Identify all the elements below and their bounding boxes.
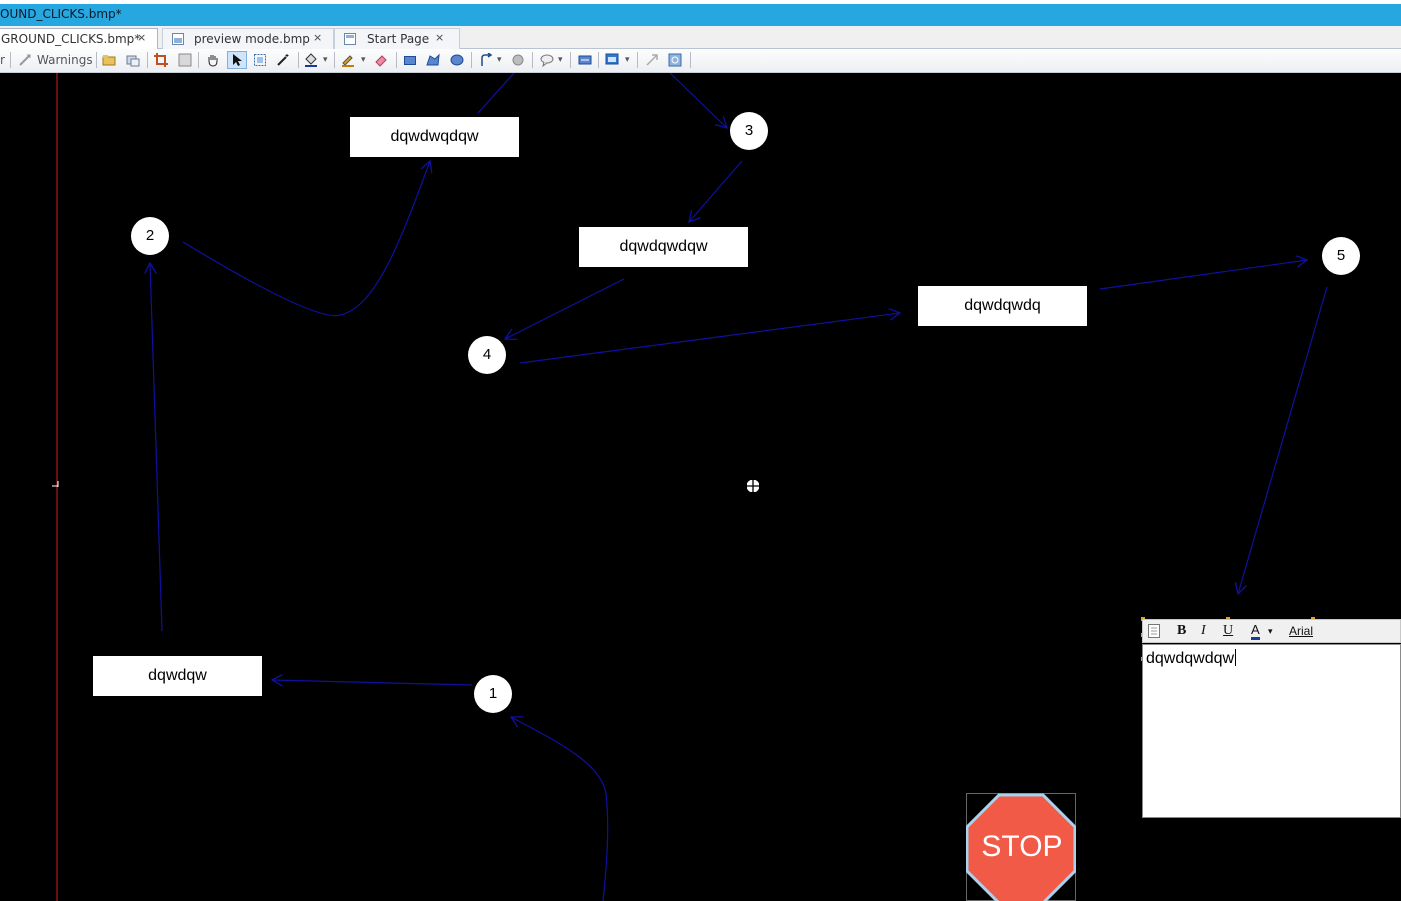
title-bar: OUND_CLICKS.bmp* (0, 0, 1401, 26)
tab-ground-clicks[interactable]: GROUND_CLICKS.bmp* × (0, 28, 158, 49)
step-node-5[interactable]: 5 (1322, 237, 1360, 275)
arrow (150, 263, 163, 632)
stop-sign-selection[interactable]: STOP (966, 793, 1076, 901)
ellipse-tool-icon[interactable] (450, 53, 464, 67)
screenshot-capture-icon[interactable] (126, 53, 140, 67)
open-folder-icon[interactable] (102, 53, 116, 67)
stop-sign-label: STOP (981, 830, 1063, 863)
arrow (1099, 260, 1307, 290)
toolbar-separator (637, 52, 638, 68)
step-node-4[interactable]: 4 (468, 336, 506, 374)
chevron-down-icon[interactable]: ▾ (1268, 626, 1273, 637)
window-capture-icon[interactable] (605, 53, 619, 67)
tab-start-page[interactable]: Start Page × (334, 28, 460, 49)
text-box-icon[interactable] (578, 53, 592, 67)
chevron-down-icon[interactable]: ▾ (361, 55, 366, 65)
label-box[interactable]: dqwdqwdqw (579, 227, 748, 267)
toolbar-separator (334, 52, 335, 68)
chevron-down-icon[interactable]: ▾ (497, 55, 502, 65)
toolbar-separator (570, 52, 571, 68)
arrow (505, 278, 625, 339)
canvas-size-icon[interactable] (178, 53, 192, 67)
toolbar-separator (471, 52, 472, 68)
document-icon[interactable] (1148, 624, 1160, 638)
image-canvas[interactable]: 3 2 5 4 1 dqwdwqdqw dqwdqwdqw dqwdqwdq d… (0, 73, 1401, 901)
toolbar-separator (96, 52, 97, 68)
polygon-tool-icon[interactable] (426, 53, 440, 67)
label-box[interactable]: dqwdwqdqw (350, 117, 519, 157)
callout-icon[interactable] (540, 53, 554, 67)
text-edit-area[interactable]: dqwdqwdqw (1142, 644, 1401, 818)
start-page-icon (344, 33, 356, 45)
arrow (669, 73, 727, 128)
crop-icon[interactable] (154, 53, 168, 67)
underline-button[interactable]: U (1223, 623, 1233, 639)
arrow (1238, 286, 1328, 594)
text-format-toolbar: B I U A ▾ Arial (1142, 619, 1401, 643)
text-caret (1235, 649, 1237, 666)
toolbar-separator (396, 52, 397, 68)
chevron-down-icon[interactable]: ▾ (625, 55, 630, 65)
italic-button[interactable]: I (1201, 623, 1206, 639)
image-file-icon (172, 33, 184, 45)
drawing-toolbar: r Warnings ▾ ▾ ▾ ▾ ▾ (0, 49, 1401, 73)
font-name-selector[interactable]: Arial (1289, 624, 1313, 638)
arrow (182, 161, 430, 317)
arrow (689, 160, 743, 222)
arrow (511, 717, 609, 901)
warnings-icon (19, 54, 31, 66)
pointer-select-icon[interactable] (230, 53, 244, 67)
arrow-tool-icon[interactable] (479, 53, 493, 67)
move-cursor-icon (743, 476, 763, 496)
magic-wand-icon[interactable] (276, 53, 290, 67)
hand-pan-icon[interactable] (206, 53, 220, 67)
toolbar-separator (690, 52, 691, 68)
toolbar-separator (10, 52, 11, 68)
rotate-icon[interactable] (668, 53, 682, 67)
text-content: dqwdqwdqw (1146, 649, 1237, 668)
chevron-down-icon[interactable]: ▾ (323, 55, 328, 65)
tab-close-icon[interactable]: × (435, 31, 444, 44)
toolbar-separator (598, 52, 599, 68)
tab-label: GROUND_CLICKS.bmp* (1, 32, 141, 46)
rectangle-tool-icon[interactable] (403, 53, 417, 67)
font-color-button[interactable]: A (1251, 623, 1260, 640)
bold-button[interactable]: B (1177, 623, 1186, 639)
step-node-1[interactable]: 1 (474, 675, 512, 713)
tab-label: preview mode.bmp (194, 32, 310, 46)
toolbar-separator (532, 52, 533, 68)
toolbar-separator (147, 52, 148, 68)
rectangle-select-icon[interactable] (253, 53, 267, 67)
eraser-icon[interactable] (374, 53, 388, 67)
chevron-down-icon[interactable]: ▾ (558, 55, 563, 65)
label-box[interactable]: dqwdqwdq (918, 286, 1087, 326)
tab-close-icon[interactable]: × (313, 31, 322, 44)
arrow (519, 313, 900, 364)
arrow (272, 680, 473, 685)
fill-bucket-icon[interactable] (304, 53, 318, 67)
resize-icon[interactable] (645, 53, 659, 67)
text-content-value: dqwdqwdqw (1146, 650, 1235, 667)
step-node-3[interactable]: 3 (730, 112, 768, 150)
toolbar-separator (298, 52, 299, 68)
warnings-button[interactable]: Warnings (37, 53, 93, 67)
pen-icon[interactable] (341, 53, 355, 67)
step-node-2[interactable]: 2 (131, 217, 169, 255)
zoom-stamp-icon[interactable] (511, 53, 525, 67)
toolbar-fragment-label: r (0, 53, 5, 67)
tab-preview-mode[interactable]: preview mode.bmp × (162, 28, 334, 49)
tab-close-icon[interactable]: × (137, 31, 146, 44)
label-box[interactable]: dqwdqw (93, 656, 262, 696)
arrow (477, 73, 515, 114)
document-tab-bar: GROUND_CLICKS.bmp* × preview mode.bmp × … (0, 26, 1401, 49)
text-annotation-editor[interactable]: B I U A ▾ Arial dqwdqwdqw (1141, 617, 1401, 818)
tab-label: Start Page (367, 32, 430, 46)
window-title: OUND_CLICKS.bmp* (0, 7, 122, 21)
toolbar-separator (198, 52, 199, 68)
